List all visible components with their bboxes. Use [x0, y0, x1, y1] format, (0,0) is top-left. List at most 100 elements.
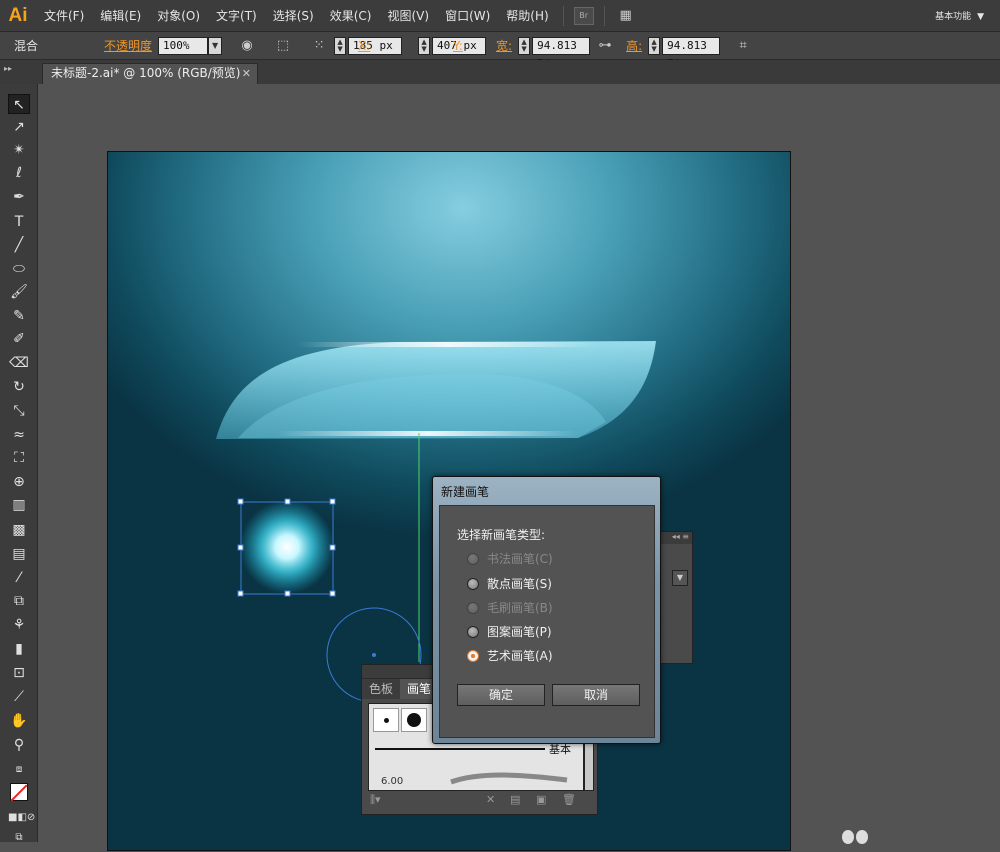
hand-tool-icon[interactable]: ✋ [8, 711, 30, 731]
height-stepper[interactable]: ▲ ▼ [648, 36, 661, 55]
y-stepper[interactable]: ▲ ▼ [418, 36, 431, 55]
app-logo: Ai [8, 4, 28, 26]
column-graph-tool-icon[interactable]: ▮ [8, 639, 30, 659]
option-calligraphic: 书法画笔(C) [467, 550, 553, 567]
menu-type[interactable]: 文字(T) [208, 0, 265, 32]
transform-icon[interactable]: ⌗ [732, 36, 754, 56]
symbol-sprayer-tool-icon[interactable]: ⚘ [8, 615, 30, 635]
option-art-label[interactable]: 艺术画笔(A) [487, 647, 553, 664]
line-tool-icon[interactable]: ╱ [8, 235, 30, 255]
opacity-label[interactable]: 不透明度 [98, 37, 158, 54]
width-field[interactable]: 94.813 p: [532, 36, 591, 68]
option-art[interactable]: 艺术画笔(A) [467, 647, 553, 664]
blob-brush-tool-icon[interactable]: ✐ [8, 329, 30, 349]
paintbrush-tool-icon[interactable]: 🖌 [8, 282, 30, 302]
x-label: X: [358, 38, 371, 53]
x-stepper[interactable]: ▲ ▼ [334, 36, 347, 55]
blend-tool-icon[interactable]: ⧉ [8, 591, 30, 611]
artboard-tool-icon[interactable]: ⊡ [8, 663, 30, 683]
magic-wand-tool-icon[interactable]: ✴ [8, 140, 30, 160]
option-bristle-label: 毛刷画笔(B) [487, 601, 553, 615]
lasso-tool-icon[interactable]: ℓ [8, 163, 30, 183]
menu-help[interactable]: 帮助(H) [498, 0, 556, 32]
new-brush-icon[interactable]: ▣ [536, 793, 546, 806]
mesh-tool-icon[interactable]: ▩ [8, 520, 30, 540]
option-scatter[interactable]: 散点画笔(S) [467, 575, 552, 592]
width-stepper[interactable]: ▲ ▼ [518, 36, 531, 55]
chevron-down-icon[interactable]: ▼ [208, 36, 223, 55]
radio-pattern[interactable] [467, 625, 479, 638]
option-pattern-label[interactable]: 图案画笔(P) [487, 623, 552, 640]
radio-scatter[interactable] [467, 577, 479, 590]
dialog-question: 选择新画笔类型: [457, 528, 546, 542]
delete-brush-icon[interactable]: 🗑 [562, 793, 576, 806]
perspective-grid-tool-icon[interactable]: ▥ [8, 495, 30, 515]
align-to-icon[interactable]: ⬚ [272, 36, 294, 56]
fill-stroke-swatch-icon[interactable] [8, 782, 30, 802]
panel-footer: ⫼▾ ✕ ▤ ▣ 🗑 [368, 793, 588, 809]
scale-tool-icon[interactable]: ⤡ [8, 401, 30, 421]
color-mode-icon[interactable]: ■◧⊘ [8, 808, 35, 828]
direct-selection-tool-icon[interactable]: ↗ [8, 117, 30, 137]
selection-mode-label: 混合 [14, 39, 39, 53]
zoom-tool-icon[interactable]: ⚲ [8, 735, 30, 755]
cancel-button[interactable]: 取消 [552, 684, 640, 706]
gradient-tool-icon[interactable]: ▤ [8, 544, 30, 564]
option-pattern[interactable]: 图案画笔(P) [467, 623, 552, 640]
pencil-tool-icon[interactable]: ✎ [8, 306, 30, 326]
width-tool-icon[interactable]: ≈ [8, 425, 30, 445]
menu-separator [603, 5, 605, 26]
art-brush-preview [450, 772, 568, 785]
pen-tool-icon[interactable]: ✒ [8, 187, 30, 207]
chevron-down-icon[interactable]: ▼ [672, 570, 688, 586]
arrange-documents-icon[interactable]: ▦ [615, 6, 637, 26]
menu-file[interactable]: 文件(F) [36, 0, 92, 32]
reference-point-icon[interactable]: ⁙ [308, 36, 330, 56]
eraser-tool-icon[interactable]: ⌫ [8, 353, 30, 373]
height-field[interactable]: 94.813 p: [662, 36, 721, 68]
menu-edit[interactable]: 编辑(E) [92, 0, 149, 32]
options-icon[interactable]: ▤ [510, 793, 520, 806]
menu-select[interactable]: 选择(S) [265, 0, 322, 32]
option-bristle: 毛刷画笔(B) [467, 599, 553, 616]
radio-art[interactable] [467, 649, 479, 662]
close-icon[interactable]: ✕ [242, 64, 251, 83]
ellipse-tool-icon[interactable]: ⬭ [8, 259, 30, 279]
type-tool-icon[interactable]: T [8, 212, 30, 232]
eyedropper-tool-icon[interactable]: ⁄ [8, 568, 30, 588]
workspace-switcher[interactable]: 基本功能 ▼ [929, 0, 984, 32]
menu-window[interactable]: 窗口(W) [437, 0, 498, 32]
brush-swatch-small[interactable] [373, 708, 399, 732]
document-tab-title: 未标题-2.ai* @ 100% (RGB/预览) [51, 66, 241, 80]
watermark-logo [842, 830, 872, 844]
dialog-title: 新建画笔 [441, 485, 490, 499]
bridge-button[interactable]: Br [573, 6, 594, 25]
menu-effect[interactable]: 效果(C) [322, 0, 380, 32]
menu-object[interactable]: 对象(O) [149, 0, 208, 32]
menu-bar: Ai 文件(F) 编辑(E) 对象(O) 文字(T) 选择(S) 效果(C) 视… [0, 0, 1000, 32]
brush-swatch-large[interactable] [401, 708, 427, 732]
opacity-field[interactable]: 100% [158, 36, 209, 55]
rotate-tool-icon[interactable]: ↻ [8, 377, 30, 397]
recolor-artwork-icon[interactable]: ◉ [236, 36, 258, 56]
radio-calligraphic [467, 552, 479, 565]
selection-tool-icon[interactable]: ↖ [8, 94, 30, 114]
ok-button[interactable]: 确定 [457, 684, 545, 706]
remove-stroke-icon[interactable]: ✕ [486, 793, 495, 806]
dialog-body: 选择新画笔类型: 书法画笔(C) 散点画笔(S) 毛刷画笔(B) 图案画笔(P)… [439, 505, 655, 738]
option-scatter-label[interactable]: 散点画笔(S) [487, 575, 552, 592]
draw-mode-icon[interactable]: ⧉ [8, 828, 30, 848]
document-tab-bar: ▸▸ 未标题-2.ai* @ 100% (RGB/预览) ✕ [0, 60, 1000, 84]
tab-swatches[interactable]: 色板 [362, 679, 400, 699]
y-label: Y: [453, 38, 463, 53]
document-tab[interactable]: 未标题-2.ai* @ 100% (RGB/预览) ✕ [42, 63, 258, 84]
link-proportions-icon[interactable]: ⊶ [594, 36, 616, 56]
menu-view[interactable]: 视图(V) [379, 0, 437, 32]
collapse-panel-icon[interactable]: ▸▸ [4, 64, 12, 73]
default-fill-stroke-icon[interactable]: ⧈ [8, 760, 30, 780]
brush-library-icon[interactable]: ⫼▾ [370, 793, 381, 807]
shape-builder-tool-icon[interactable]: ⊕ [8, 472, 30, 492]
workspace-label: 基本功能 [935, 12, 972, 22]
slice-tool-icon[interactable]: ⟋ [8, 687, 30, 707]
free-transform-tool-icon[interactable]: ⛶ [8, 448, 30, 468]
